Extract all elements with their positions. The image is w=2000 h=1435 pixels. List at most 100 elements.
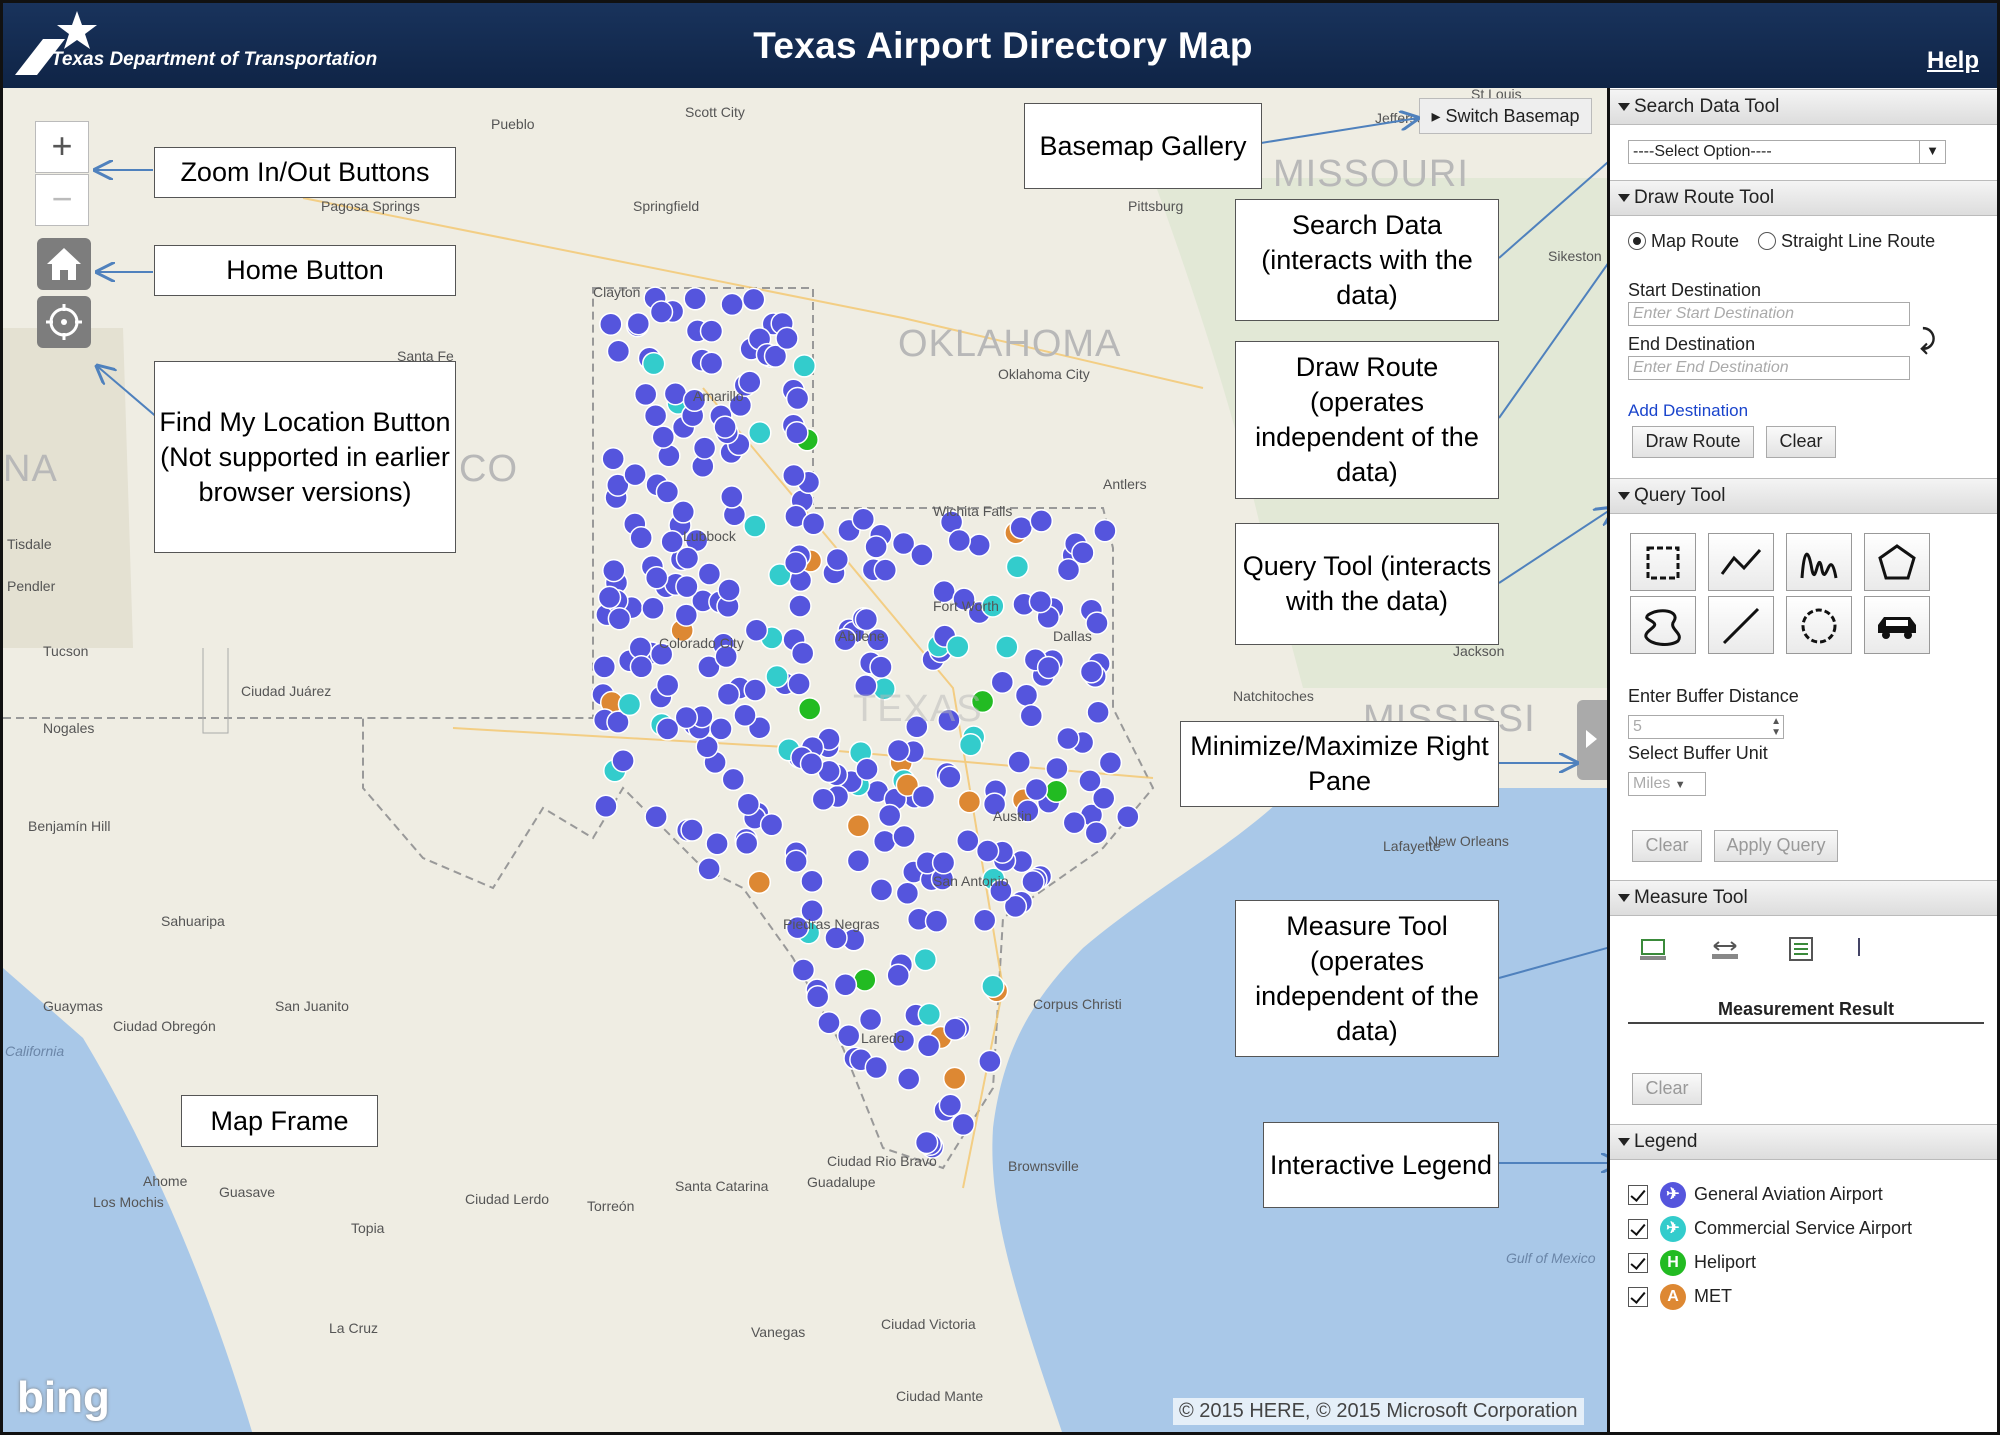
airplane-icon-marker[interactable] [990, 670, 1015, 695]
airplane-icon-marker[interactable] [869, 655, 893, 679]
airplane-icon-marker[interactable] [1098, 751, 1123, 775]
airplane-icon-marker[interactable] [869, 878, 894, 902]
met-icon-marker[interactable] [942, 1066, 967, 1091]
airplane-icon-marker[interactable] [716, 682, 741, 707]
airplane-icon-marker[interactable] [1079, 660, 1104, 684]
query-tool-freehand-polygon-button[interactable] [1630, 596, 1696, 654]
airplane-icon-marker[interactable] [864, 535, 888, 559]
airplane-icon-marker[interactable] [644, 805, 668, 829]
search-option-select[interactable]: ----Select Option---- ▼ [1628, 140, 1946, 164]
airplane-icon-marker[interactable] [660, 530, 684, 554]
airplane-icon-marker[interactable] [825, 547, 850, 572]
airplane-icon-marker[interactable] [1093, 518, 1117, 543]
airplane-icon-marker[interactable] [858, 1007, 883, 1032]
airplane-icon-marker[interactable] [720, 485, 744, 509]
airplane-icon-marker[interactable] [644, 566, 669, 590]
airplane-icon-marker[interactable] [680, 818, 704, 842]
airplane-icon-marker[interactable] [855, 757, 879, 782]
measure-clear-button[interactable]: Clear [1632, 1073, 1702, 1105]
airplane-icon-marker[interactable] [805, 984, 830, 1009]
distance-measure-button[interactable] [1710, 936, 1740, 967]
airplane-icon-marker[interactable] [626, 311, 651, 336]
airplane-icon-marker[interactable] [617, 692, 642, 717]
draw-route-button[interactable]: Draw Route [1632, 426, 1754, 458]
airplane-icon-marker[interactable] [1116, 805, 1140, 829]
help-link[interactable]: Help [1927, 47, 1979, 75]
find-my-location-button[interactable] [37, 296, 91, 348]
airplane-icon-marker[interactable] [1062, 810, 1087, 835]
airplane-icon-marker[interactable] [895, 881, 920, 905]
airplane-icon-marker[interactable] [946, 635, 970, 659]
airplane-icon-marker[interactable] [785, 386, 810, 411]
airplane-icon-marker[interactable] [1071, 541, 1095, 565]
airplane-icon-marker[interactable] [931, 851, 956, 875]
heliport-icon-marker[interactable] [797, 697, 822, 721]
met-icon-marker[interactable] [846, 813, 871, 838]
airplane-icon-marker[interactable] [743, 678, 767, 702]
airplane-icon-marker[interactable] [787, 672, 811, 696]
airplane-icon-marker[interactable] [978, 1049, 1002, 1074]
start-destination-input[interactable]: Enter Start Destination [1628, 302, 1910, 326]
airplane-icon-marker[interactable] [705, 832, 729, 856]
airplane-icon-marker[interactable] [721, 767, 746, 792]
airplane-icon-marker[interactable] [1021, 869, 1045, 894]
airplane-icon-marker[interactable] [699, 351, 724, 376]
airplane-icon-marker[interactable] [651, 425, 676, 449]
airplane-icon-marker[interactable] [744, 618, 769, 642]
airplane-icon-marker[interactable] [1045, 756, 1069, 781]
airplane-icon-marker[interactable] [1056, 726, 1080, 751]
airplane-icon-marker[interactable] [956, 828, 980, 853]
legend-header[interactable]: Legend [1610, 1124, 1997, 1160]
airplane-icon-marker[interactable] [697, 857, 721, 881]
legend-checkbox-general-aviation[interactable] [1628, 1185, 1648, 1205]
airplane-icon-marker[interactable] [782, 463, 806, 488]
airplane-icon-marker[interactable] [1024, 777, 1049, 802]
airplane-icon-marker[interactable] [720, 292, 744, 317]
airplane-icon-marker[interactable] [873, 558, 898, 582]
airplane-icon-marker[interactable] [743, 514, 767, 538]
airplane-icon-marker[interactable] [967, 533, 991, 557]
airplane-icon-marker[interactable] [917, 1002, 942, 1027]
airplane-icon-marker[interactable] [692, 436, 717, 460]
airplane-icon-marker[interactable] [643, 403, 668, 428]
airplane-icon-marker[interactable] [817, 1010, 841, 1035]
airplane-icon-marker[interactable] [943, 1017, 967, 1041]
airplane-icon-marker[interactable] [1084, 820, 1109, 845]
airplane-icon-marker[interactable] [924, 909, 949, 933]
airplane-icon-marker[interactable] [713, 415, 737, 439]
map-frame[interactable]: OKLAHOMA MISSOURI TEXAS MISSISSI NA CO P… [3, 88, 1607, 1432]
airplane-icon-marker[interactable] [633, 382, 658, 407]
airplane-icon-marker[interactable] [1009, 515, 1033, 540]
query-tool-line-button[interactable] [1708, 596, 1774, 654]
airplane-icon-marker[interactable] [1029, 509, 1054, 533]
spinner-icon[interactable]: ▲ ▼ [1771, 716, 1781, 738]
legend-checkbox-heliport[interactable] [1628, 1253, 1648, 1273]
airplane-icon-marker[interactable] [801, 512, 826, 536]
airplane-icon-marker[interactable] [896, 1067, 921, 1091]
airplane-icon-marker[interactable] [958, 732, 983, 757]
airplane-icon-marker[interactable] [790, 641, 815, 666]
switch-basemap-button[interactable]: ▸ Switch Basemap [1419, 98, 1592, 134]
airplane-icon-marker[interactable] [765, 664, 789, 689]
search-data-tool-header[interactable]: Search Data Tool [1610, 89, 1997, 125]
airplane-icon-marker[interactable] [733, 703, 757, 727]
airplane-icon-marker[interactable] [951, 1112, 976, 1137]
swap-destinations-icon[interactable]: ⤸ [1920, 324, 1936, 356]
query-tool-freehand-line-button[interactable] [1786, 533, 1852, 591]
airplane-icon-marker[interactable] [709, 717, 733, 741]
airplane-icon-marker[interactable] [792, 354, 817, 378]
airplane-icon-marker[interactable] [913, 947, 938, 972]
measure-tool-header[interactable]: Measure Tool [1610, 880, 1997, 916]
airplane-icon-marker[interactable] [741, 287, 766, 312]
zoom-in-button[interactable]: + [35, 121, 89, 173]
airplane-icon-marker[interactable] [597, 585, 622, 610]
query-tool-route-button[interactable] [1864, 596, 1930, 654]
airplane-icon-marker[interactable] [641, 351, 666, 376]
query-tool-polyline-button[interactable] [1708, 533, 1774, 591]
airplane-icon-marker[interactable] [938, 765, 962, 789]
airplane-icon-marker[interactable] [671, 500, 696, 524]
airplane-icon-marker[interactable] [788, 594, 812, 618]
airplane-icon-marker[interactable] [655, 717, 680, 741]
airplane-icon-marker[interactable] [734, 831, 759, 855]
zoom-out-button[interactable]: − [35, 174, 89, 226]
